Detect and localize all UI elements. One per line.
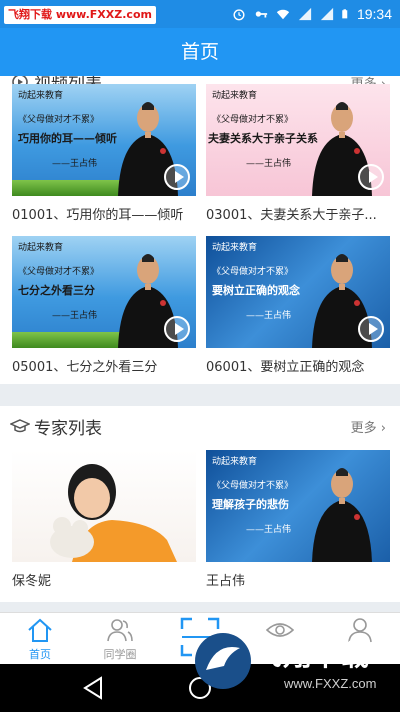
nav-home[interactable]: 首页 [0, 613, 80, 665]
alarm-icon [233, 9, 245, 21]
thumb-text: 《父母做对才不累》 [212, 115, 294, 125]
thumb-text: 动起来教育 [18, 243, 64, 253]
watermark-logo-icon [195, 633, 251, 689]
thumb-text: ——王占伟 [246, 159, 292, 169]
play-button-icon[interactable] [164, 316, 190, 342]
nav-label: 同学圈 [103, 648, 137, 661]
video-caption: 01001、巧用你的耳——倾听 [12, 208, 184, 223]
thumb-text: 《父母做对才不累》 [212, 267, 294, 277]
battery-icon [342, 9, 348, 19]
expert-photo: 动起来教育 《父母做对才不累》 理解孩子的悲伤 ——王占伟 [206, 450, 390, 562]
video-section: 视频列表 更多 › 动起来教育 《父母做对才不累》 巧用你的耳——倾听 ——王占… [0, 76, 400, 384]
thumb-text: 动起来教育 [212, 243, 258, 253]
expert-section: 专家列表 更多 › 保冬妮 动起来教育 《父母做对才不累》 理解孩子的悲伤 ——… [0, 406, 400, 602]
watermark-text: 飞翔下载 [254, 639, 371, 672]
video-thumbnail: 动起来教育 《父母做对才不累》 要树立正确的观念 ——王占伟 [206, 236, 390, 348]
video-caption: 06001、要树立正确的观念 [206, 360, 365, 375]
thumb-text: ——王占伟 [246, 525, 292, 535]
thumb-text: ——王占伟 [52, 159, 98, 169]
video-thumbnail: 动起来教育 《父母做对才不累》 七分之外看三分 ——王占伟 [12, 236, 196, 348]
expert-name: 保冬妮 [12, 574, 52, 589]
expert-name: 王占伟 [206, 574, 246, 589]
thumb-grass [12, 332, 122, 348]
thumb-text: 要树立正确的观念 [212, 284, 300, 297]
video-caption: 05001、七分之外看三分 [12, 360, 158, 375]
thumb-text: 理解孩子的悲伤 [212, 498, 289, 511]
watermark-top: 飞翔下载 www.FXXZ.com [4, 6, 156, 24]
people-icon [107, 619, 133, 642]
main-content[interactable]: 视频列表 更多 › 动起来教育 《父母做对才不累》 巧用你的耳——倾听 ——王占… [0, 76, 400, 612]
video-thumbnail: 动起来教育 《父母做对才不累》 巧用你的耳——倾听 ——王占伟 [12, 84, 196, 196]
thumb-text: 巧用你的耳——倾听 [18, 132, 117, 145]
key-icon [255, 11, 268, 18]
thumb-text: 动起来教育 [212, 457, 258, 467]
thumb-text: 《父母做对才不累》 [18, 267, 100, 277]
play-button-icon[interactable] [164, 164, 190, 190]
signal-icon [298, 7, 312, 21]
thumb-text: 动起来教育 [212, 91, 258, 101]
nav-classmates[interactable]: 同学圈 [80, 613, 160, 665]
status-bar: 飞翔下载 www.FXXZ.com 19:34 [0, 0, 400, 28]
video-caption: 03001、夫妻关系大于亲子... [206, 208, 377, 223]
expert-photo [12, 450, 196, 562]
play-button-icon[interactable] [358, 164, 384, 190]
back-icon[interactable] [82, 676, 104, 700]
signal-icon [320, 7, 334, 21]
lecturer-image [312, 468, 372, 562]
wifi-icon [276, 9, 290, 20]
more-label: 更多 [350, 421, 377, 436]
expert-section-title: 专家列表 [34, 419, 102, 439]
thumb-text: 七分之外看三分 [18, 284, 95, 297]
thumb-text: 《父母做对才不累》 [18, 115, 100, 125]
thumb-text: 动起来教育 [18, 91, 64, 101]
nav-label: 首页 [29, 648, 51, 661]
thumb-text: ——王占伟 [246, 311, 292, 321]
expert-more-link[interactable]: 更多 › [351, 417, 386, 436]
clock: 19:34 [356, 6, 392, 22]
watermark-bottom: 飞翔下载 www.FXXZ.com [192, 630, 392, 706]
watermark-url: www.FXXZ.com [284, 676, 377, 691]
thumb-text: ——王占伟 [52, 311, 98, 321]
status-icons: 19:34 [231, 5, 392, 23]
page-title: 首页 [0, 28, 400, 76]
thumb-text: 《父母做对才不累》 [212, 481, 294, 491]
home-icon [28, 618, 52, 642]
thumb-grass [12, 180, 122, 196]
expert-portrait-image [50, 464, 177, 562]
play-button-icon[interactable] [358, 316, 384, 342]
expert-section-header: 专家列表 更多 › [0, 406, 400, 446]
video-thumbnail: 动起来教育 《父母做对才不累》 夫妻关系大于亲子关系 ——王占伟 [206, 84, 390, 196]
graduation-cap-icon [10, 419, 30, 433]
